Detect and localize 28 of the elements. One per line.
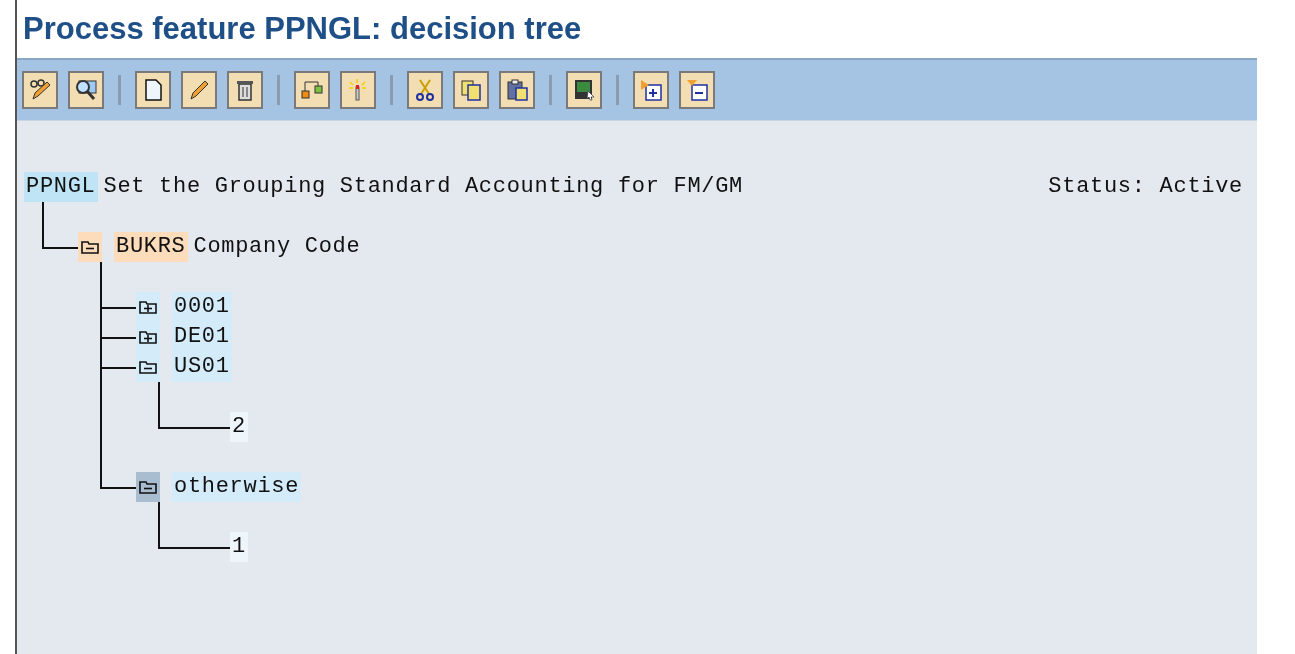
node-value[interactable]: DE01 — [172, 322, 232, 352]
node-result[interactable]: 1 — [230, 532, 248, 562]
node-key[interactable]: BUKRS — [114, 232, 188, 262]
window-title: Process feature PPNGL: decision tree — [23, 11, 582, 47]
insert-plus-icon[interactable] — [633, 71, 669, 109]
insert-minus-icon[interactable] — [679, 71, 715, 109]
document-icon[interactable] — [135, 71, 171, 109]
node-value[interactable]: 0001 — [172, 292, 232, 322]
feature-description: Set the Grouping Standard Accounting for FM/GM — [102, 173, 744, 201]
scissors-icon[interactable] — [407, 71, 443, 109]
folder-plus-icon[interactable] — [136, 292, 160, 322]
node-description: Company Code — [192, 233, 362, 261]
pencil-icon[interactable] — [181, 71, 217, 109]
node-value[interactable]: otherwise — [172, 472, 302, 502]
magic-wand-icon[interactable] — [340, 71, 376, 109]
copy-icon[interactable] — [453, 71, 489, 109]
node-result[interactable]: 2 — [230, 412, 248, 442]
folder-minus-icon[interactable] — [136, 352, 160, 382]
status-text: Status: Active — [1047, 173, 1244, 201]
feature-key[interactable]: PPNGL — [24, 172, 98, 202]
display-change-icon[interactable] — [22, 71, 58, 109]
search-screen-icon[interactable] — [68, 71, 104, 109]
trash-icon[interactable] — [227, 71, 263, 109]
paste-icon[interactable] — [499, 71, 535, 109]
node-value[interactable]: US01 — [172, 352, 232, 382]
hierarchy-icon[interactable] — [294, 71, 330, 109]
folder-minus-icon[interactable] — [78, 232, 102, 262]
folder-minus-icon[interactable] — [136, 472, 160, 502]
